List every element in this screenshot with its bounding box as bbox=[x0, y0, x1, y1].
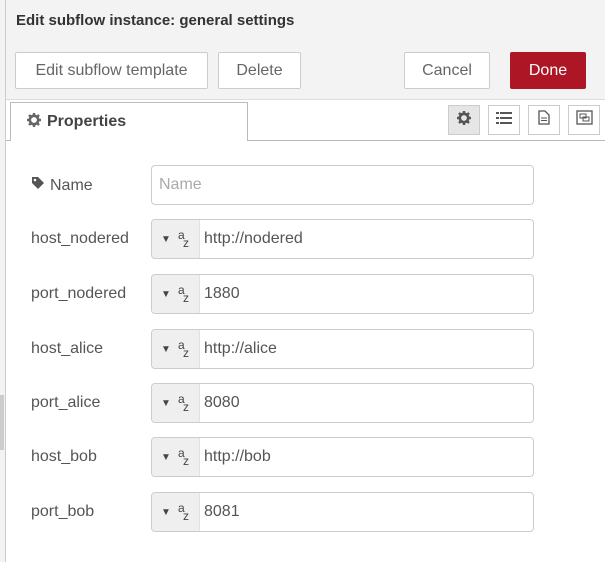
string-type-icon: az bbox=[177, 446, 189, 468]
string-type-icon: az bbox=[177, 338, 189, 360]
list-icon bbox=[496, 111, 512, 129]
settings-tab-button[interactable] bbox=[448, 105, 480, 135]
string-type-icon: az bbox=[177, 392, 189, 414]
form-row-port-bob: port_bob ▼ a z 8081 bbox=[6, 492, 605, 532]
name-label: Name bbox=[31, 176, 93, 195]
name-placeholder: Name bbox=[159, 176, 202, 193]
form-row-name: Name Name bbox=[6, 165, 605, 205]
description-tab-button[interactable] bbox=[528, 105, 560, 135]
form-row-host-alice: host_alice ▼ a z http://alice bbox=[6, 329, 605, 369]
form-row-host-bob: host_bob ▼ a z http://bob bbox=[6, 437, 605, 477]
delete-button[interactable]: Delete bbox=[218, 52, 301, 89]
field-label: port_nodered bbox=[31, 285, 127, 302]
field-value: 1880 bbox=[204, 285, 240, 302]
field-label: host_bob bbox=[31, 448, 97, 465]
form-row-port-nodered: port_nodered ▼ a z 1880 bbox=[6, 274, 605, 314]
tray-toolbar: Edit subflow template Delete Cancel Done bbox=[6, 42, 605, 100]
done-button[interactable]: Done bbox=[510, 52, 586, 89]
tab-icon-group bbox=[448, 105, 600, 135]
list-tab-button[interactable] bbox=[488, 105, 520, 135]
typed-input[interactable]: ▼ a z http://alice bbox=[151, 329, 534, 369]
object-group-icon bbox=[575, 110, 593, 130]
caret-down-icon: ▼ bbox=[161, 288, 171, 300]
caret-down-icon: ▼ bbox=[161, 506, 171, 518]
form-row-host-nodered: host_nodered ▼ a z http://nodered bbox=[6, 219, 605, 259]
type-selector[interactable]: ▼ a z bbox=[152, 493, 200, 531]
resize-handle[interactable] bbox=[0, 395, 4, 450]
edit-tray: Edit subflow instance: general settings … bbox=[5, 0, 605, 562]
field-label: host_nodered bbox=[31, 230, 129, 247]
tab-properties[interactable]: Properties bbox=[10, 102, 248, 141]
type-selector[interactable]: ▼ a z bbox=[152, 384, 200, 422]
type-selector[interactable]: ▼ a z bbox=[152, 330, 200, 368]
typed-input[interactable]: ▼ a z http://nodered bbox=[151, 219, 534, 259]
tray-title: Edit subflow instance: general settings bbox=[16, 12, 295, 29]
field-value: http://alice bbox=[204, 340, 277, 357]
string-type-icon: az bbox=[177, 283, 189, 305]
caret-down-icon: ▼ bbox=[161, 397, 171, 409]
tray-header: Edit subflow instance: general settings bbox=[6, 0, 605, 43]
field-label: port_bob bbox=[31, 503, 95, 520]
caret-down-icon: ▼ bbox=[161, 343, 171, 355]
typed-input[interactable]: ▼ a z 8080 bbox=[151, 383, 534, 423]
file-icon bbox=[538, 110, 550, 130]
field-value: 8080 bbox=[204, 394, 240, 411]
form-row-port-alice: port_alice ▼ a z 8080 bbox=[6, 383, 605, 423]
gear-icon bbox=[27, 113, 41, 131]
cancel-button[interactable]: Cancel bbox=[404, 52, 490, 89]
caret-down-icon: ▼ bbox=[161, 233, 171, 245]
type-selector[interactable]: ▼ a z bbox=[152, 438, 200, 476]
type-selector[interactable]: ▼ a z bbox=[152, 275, 200, 313]
gear-icon bbox=[457, 110, 471, 130]
field-value: http://bob bbox=[204, 448, 271, 465]
field-label: port_alice bbox=[31, 394, 101, 411]
caret-down-icon: ▼ bbox=[161, 451, 171, 463]
string-type-icon: az bbox=[177, 228, 189, 250]
tab-properties-label: Properties bbox=[47, 113, 127, 130]
typed-input[interactable]: ▼ a z http://bob bbox=[151, 437, 534, 477]
field-label: host_alice bbox=[31, 340, 104, 357]
tab-bar: Properties bbox=[6, 100, 605, 141]
edit-subflow-template-button[interactable]: Edit subflow template bbox=[15, 52, 208, 89]
name-input[interactable]: Name bbox=[151, 165, 534, 205]
properties-form: Name Name host_nodered ▼ a z http://nodere… bbox=[6, 140, 605, 562]
string-type-icon: az bbox=[177, 501, 189, 523]
type-selector[interactable]: ▼ a z bbox=[152, 220, 200, 258]
typed-input[interactable]: ▼ a z 8081 bbox=[151, 492, 534, 532]
field-value: 8081 bbox=[204, 503, 240, 520]
appearance-tab-button[interactable] bbox=[568, 105, 600, 135]
typed-input[interactable]: ▼ a z 1880 bbox=[151, 274, 534, 314]
field-value: http://nodered bbox=[204, 230, 303, 247]
tag-icon bbox=[31, 176, 45, 195]
